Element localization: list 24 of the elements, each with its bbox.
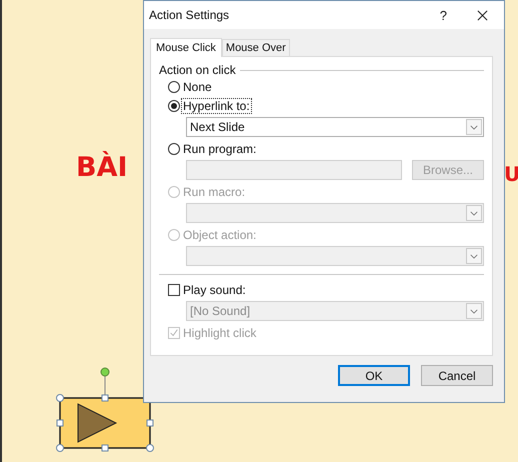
group-label: Action on click (159, 63, 236, 77)
caret-icon (470, 210, 478, 216)
caret-icon (470, 124, 478, 130)
radio-label: None (182, 80, 213, 94)
radio-button[interactable] (168, 80, 180, 92)
caret-icon (470, 254, 478, 258)
radio-label: Object action: (182, 228, 258, 242)
radio-button[interactable] (168, 142, 180, 154)
caret-icon (470, 308, 478, 314)
ok-button[interactable]: OK (338, 365, 410, 386)
cancel-button[interactable]: Cancel (421, 365, 493, 386)
checkbox-label: Highlight click (182, 326, 258, 340)
tab[interactable]: Mouse Over (222, 39, 290, 56)
dropdown[interactable]: Next Slide (186, 117, 484, 137)
radio-label: Run macro: (182, 184, 246, 198)
window-title: Action Settings (149, 8, 230, 22)
slide-title: BÀI (76, 152, 128, 184)
checkbox-label: Play sound: (182, 282, 247, 296)
help-button[interactable]: ? (440, 8, 447, 22)
radio-label: Run program: (182, 142, 258, 156)
tab[interactable]: Mouse Click (150, 38, 222, 57)
close-icon[interactable] (477, 10, 488, 20)
radio-button[interactable] (168, 100, 180, 112)
radio-label: Hyperlink to: (182, 98, 251, 112)
